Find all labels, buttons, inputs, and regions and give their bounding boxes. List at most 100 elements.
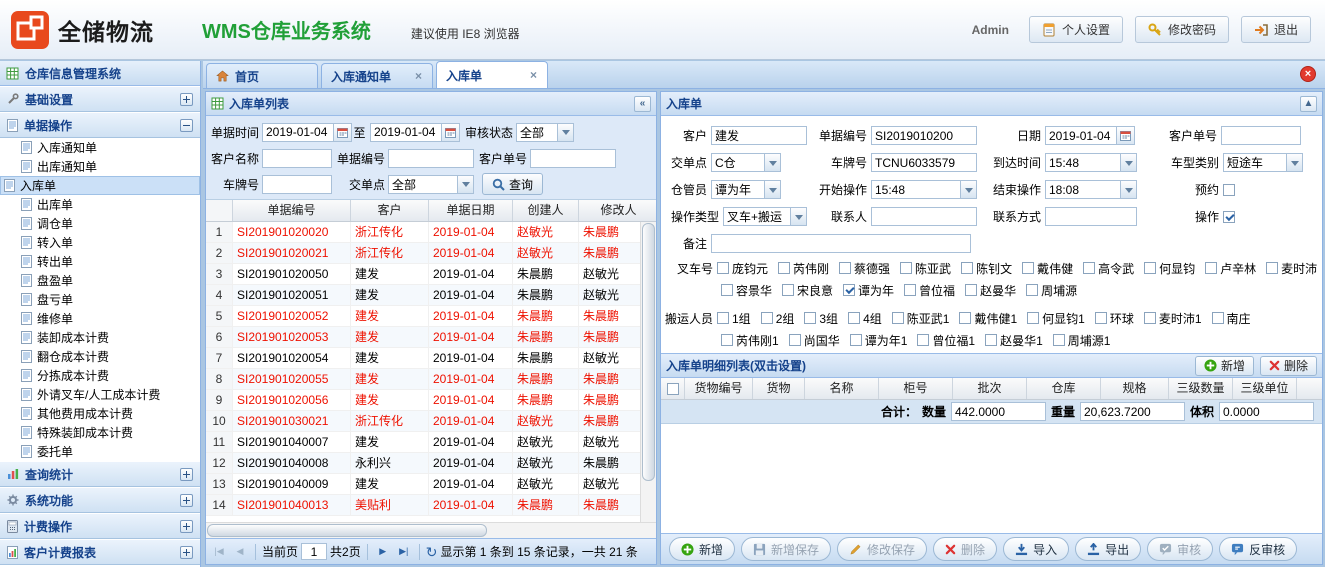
sidebar-item[interactable]: 转出单 (0, 252, 200, 271)
checkbox-icon[interactable] (804, 312, 816, 324)
tab-close-icon[interactable]: × (414, 69, 423, 83)
expand-icon[interactable] (180, 520, 193, 533)
inbound-row[interactable]: 1SI201901020020浙江传化2019-01-04赵敏光朱晨鹏 (206, 222, 640, 243)
tab-0[interactable]: 首页 (206, 63, 318, 88)
checkbox-icon[interactable] (1144, 262, 1156, 274)
checkbox-icon[interactable] (965, 284, 977, 296)
collapse-icon[interactable] (180, 119, 193, 132)
inbound-row[interactable]: 9SI201901020056建发2019-01-04朱晨鹏朱晨鹏 (206, 390, 640, 411)
worker-checkbox-item[interactable]: 卢辛林 (1205, 260, 1256, 277)
worker-checkbox-item[interactable]: 赵曼华1 (985, 332, 1043, 349)
checkbox-icon[interactable] (1027, 312, 1039, 324)
vehicle-type-select[interactable]: 短途车 (1223, 153, 1303, 172)
sidebar-item[interactable]: 委托单 (0, 442, 200, 461)
next-page-button[interactable]: ▶ (374, 543, 392, 561)
end-op-select[interactable]: 18:08 (1045, 180, 1137, 199)
horizontal-scrollbar[interactable] (206, 522, 656, 538)
calendar-icon[interactable] (1117, 126, 1135, 145)
worker-checkbox-item[interactable]: 蔡德强 (839, 260, 890, 277)
worker-checkbox-item[interactable]: 南庄 (1212, 310, 1251, 327)
worker-checkbox-item[interactable]: 曾位福 (904, 282, 955, 299)
doc-no-input[interactable] (871, 126, 977, 145)
sidebar-item[interactable]: 装卸成本计费 (0, 328, 200, 347)
checkbox-icon[interactable] (961, 262, 973, 274)
customer-input[interactable] (711, 126, 807, 145)
checkbox-icon[interactable] (892, 312, 904, 324)
detail-delete-button[interactable]: 删除 (1260, 356, 1317, 376)
worker-checkbox-item[interactable]: 芮伟刚 (778, 260, 829, 277)
checkbox-icon[interactable] (667, 383, 679, 395)
worker-checkbox-item[interactable]: 环球 (1095, 310, 1134, 327)
checkbox-icon[interactable] (1022, 262, 1034, 274)
worker-checkbox-item[interactable]: 周埔源1 (1053, 332, 1111, 349)
edit-action-button[interactable]: 修改保存 (837, 537, 927, 561)
worker-checkbox-item[interactable]: 1组 (717, 310, 751, 327)
sidebar-item[interactable]: 其他费用成本计费 (0, 404, 200, 423)
inbound-row[interactable]: 11SI201901040007建发2019-01-04赵敏光赵敏光 (206, 432, 640, 453)
expand-icon[interactable] (180, 546, 193, 559)
checkbox-icon[interactable] (917, 334, 929, 346)
checkbox-icon[interactable] (848, 312, 860, 324)
sidebar-item[interactable]: 特殊装卸成本计费 (0, 423, 200, 442)
last-page-button[interactable]: ▶| (395, 543, 413, 561)
worker-checkbox-item[interactable]: 戴伟健 (1022, 260, 1073, 277)
sidebar-item[interactable]: 入库单 (0, 176, 200, 195)
checkbox-icon[interactable] (782, 284, 794, 296)
collapse-left-icon[interactable]: « (634, 96, 651, 112)
calendar-icon[interactable] (442, 123, 460, 142)
expand-icon[interactable] (180, 494, 193, 507)
worker-checkbox-item[interactable]: 谭为年1 (850, 332, 908, 349)
prev-page-button[interactable]: ◀ (231, 543, 249, 561)
op-type-select[interactable]: 叉车+搬运 (723, 207, 807, 226)
detail-column-header[interactable]: 批次 (953, 378, 1027, 399)
checkbox-icon[interactable] (839, 262, 851, 274)
worker-checkbox-item[interactable]: 容景华 (721, 282, 772, 299)
checkbox-icon[interactable] (778, 262, 790, 274)
export-action-button[interactable]: 导出 (1075, 537, 1141, 561)
doc-no-input[interactable] (388, 149, 474, 168)
personal-settings-button[interactable]: 个人设置 (1029, 16, 1123, 43)
date-input[interactable] (1045, 126, 1117, 145)
column-header[interactable]: 创建人 (513, 200, 579, 221)
sidebar-section-1[interactable]: 单据操作 (0, 112, 200, 138)
tab-close-icon[interactable]: × (529, 68, 538, 82)
checkbox-icon[interactable] (1083, 262, 1095, 274)
inbound-row[interactable]: 12SI201901040008永利兴2019-01-04赵敏光朱晨鹏 (206, 453, 640, 474)
save-action-button[interactable]: 新增保存 (741, 537, 831, 561)
detail-column-header[interactable]: 柜号 (879, 378, 953, 399)
inbound-row[interactable]: 4SI201901020051建发2019-01-04朱晨鹏赵敏光 (206, 285, 640, 306)
first-page-button[interactable]: |◀ (210, 543, 228, 561)
sidebar-item[interactable]: 盘盈单 (0, 271, 200, 290)
sidebar-item[interactable]: 转入单 (0, 233, 200, 252)
plate-input[interactable] (262, 175, 332, 194)
checkbox-icon[interactable] (789, 334, 801, 346)
import-action-button[interactable]: 导入 (1003, 537, 1069, 561)
sidebar-section-4[interactable]: 计费操作 (0, 513, 200, 539)
audit-status-select[interactable]: 全部 (516, 123, 574, 142)
checkbox-icon[interactable] (1205, 262, 1217, 274)
worker-checkbox-item[interactable]: 曾位福1 (917, 332, 975, 349)
sidebar-item[interactable]: 外请叉车/人工成本计费 (0, 385, 200, 404)
customer-no-input[interactable] (1221, 126, 1301, 145)
logout-button[interactable]: 退出 (1241, 16, 1311, 43)
detail-column-header[interactable]: 货物 (753, 378, 805, 399)
worker-checkbox-item[interactable]: 高令武 (1083, 260, 1134, 277)
inbound-row[interactable]: 6SI201901020053建发2019-01-04朱晨鹏朱晨鹏 (206, 327, 640, 348)
checkbox-icon[interactable] (717, 262, 729, 274)
add-action-button[interactable]: 新增 (669, 537, 735, 561)
tab-1[interactable]: 入库通知单× (321, 63, 433, 88)
checkbox-icon[interactable] (1026, 284, 1038, 296)
checkbox-icon[interactable] (1095, 312, 1107, 324)
sidebar-section-2[interactable]: 查询统计 (0, 461, 200, 487)
keeper-select[interactable]: 谭为年 (711, 180, 781, 199)
detail-column-header[interactable]: 仓库 (1027, 378, 1101, 399)
worker-checkbox-item[interactable]: 赵曼华 (965, 282, 1016, 299)
sidebar-item[interactable]: 盘亏单 (0, 290, 200, 309)
worker-checkbox-item[interactable]: 戴伟健1 (959, 310, 1017, 327)
select-all-checkbox[interactable] (661, 378, 685, 399)
checkbox-icon[interactable] (1144, 312, 1156, 324)
worker-checkbox-item[interactable]: 陈亚武 (900, 260, 951, 277)
checkbox-icon[interactable] (1053, 334, 1065, 346)
worker-checkbox-item[interactable]: 陈钊文 (961, 260, 1012, 277)
date-from-input[interactable] (262, 123, 334, 142)
